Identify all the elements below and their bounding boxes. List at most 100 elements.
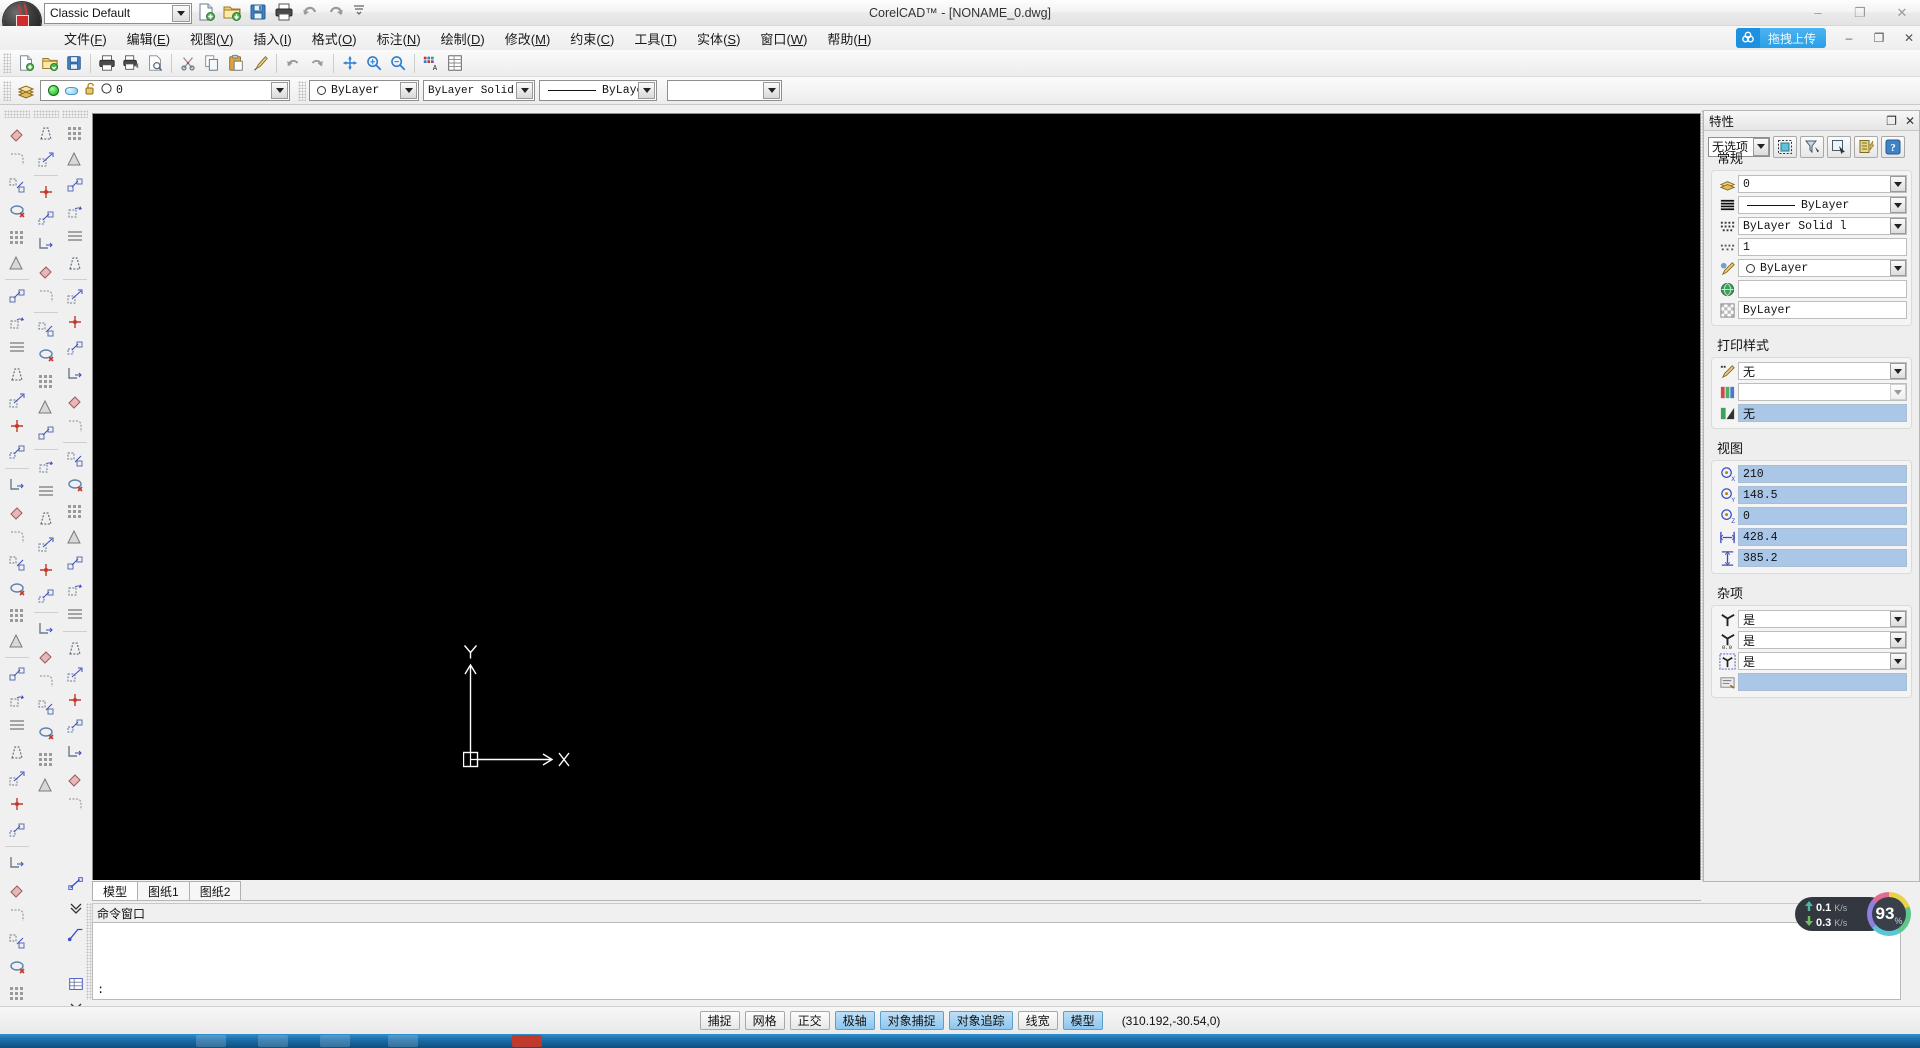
status-toggle-4[interactable]: 极轴 [835,1011,875,1030]
menu-item-1[interactable]: 文件(F) [54,26,117,51]
ray-icon[interactable] [33,283,59,309]
menu-item-11[interactable]: 实体(S) [687,26,750,51]
perp-point-icon[interactable] [33,257,59,283]
camera-icon[interactable] [4,954,30,980]
status-toggle-7[interactable]: 线宽 [1018,1011,1058,1030]
polyline-icon[interactable] [33,420,59,446]
sun-icon[interactable] [4,980,30,1006]
boundary-icon[interactable] [33,531,59,557]
chevron-down-icon[interactable] [1890,632,1906,648]
gradient-icon[interactable] [62,550,88,576]
hatch-icon[interactable] [4,413,30,439]
two-point-line-icon[interactable] [33,231,59,257]
layer-combo[interactable]: 0 [40,80,290,101]
chevron-down-icon[interactable] [1890,363,1906,379]
layout-tab-3[interactable]: 图纸2 [189,881,242,900]
chevron-down-icon[interactable] [1890,176,1906,192]
ellipse-arc-icon[interactable] [33,642,59,668]
leader-icon[interactable] [4,713,30,739]
line-icon[interactable] [62,120,88,146]
tolerance-icon[interactable] [62,765,88,791]
toolbar-grip[interactable] [3,81,11,101]
circle-tangent-icon[interactable] [62,335,88,361]
ellipse-icon[interactable] [62,413,88,439]
copy-node-icon[interactable] [4,224,30,250]
circle-plus-icon[interactable] [62,309,88,335]
properties-table-icon[interactable] [443,52,467,75]
property-value-field[interactable]: ByLayer Solid l [1738,217,1907,235]
chevron-down-icon[interactable] [638,82,655,99]
menu-item-10[interactable]: 工具(T) [624,26,687,51]
cut-scissors-icon[interactable] [176,52,200,75]
palette-close-button[interactable]: ✕ [1905,114,1915,128]
dim-aligned-icon[interactable] [62,713,88,739]
join-icon[interactable] [4,576,30,602]
edit-text-icon[interactable] [4,661,30,687]
zoom-window-icon[interactable] [362,52,386,75]
chevron-down-icon[interactable] [1890,218,1906,234]
double-arrow-line-icon[interactable] [62,146,88,172]
xref-icon[interactable] [4,850,30,876]
lineweight-combo[interactable]: ByLayer [539,80,657,101]
status-toggle-3[interactable]: 正交 [790,1011,830,1030]
unlocked-padlock-icon[interactable] [85,82,96,99]
sketch-freehand-icon[interactable] [33,694,59,720]
block-icon[interactable] [4,765,30,791]
windows-taskbar[interactable] [0,1034,1920,1048]
menu-item-4[interactable]: 插入(I) [243,26,301,51]
break-icon[interactable] [4,550,30,576]
rotate-icon[interactable] [4,309,30,335]
palette-grip[interactable] [62,110,88,118]
menu-item-9[interactable]: 约束(C) [560,26,624,51]
property-value-field[interactable] [1738,383,1907,401]
arc-3point-icon[interactable] [62,224,88,250]
property-value-field[interactable]: 210 [1738,465,1907,483]
dim-radius-icon[interactable] [62,739,88,765]
print-preview-icon[interactable] [143,52,167,75]
zoom-previous-icon[interactable] [386,52,410,75]
color-combo[interactable]: ByLayer [309,80,419,101]
boundary-create-icon[interactable] [62,576,88,602]
scale-icon[interactable] [4,335,30,361]
command-prompt[interactable]: : [97,983,104,997]
align-icon[interactable] [4,361,30,387]
match-properties-brush-icon[interactable] [248,52,272,75]
status-toggle-6[interactable]: 对象追踪 [949,1011,1013,1030]
memory-usage-dial[interactable]: 93 % [1867,892,1911,936]
menu-item-3[interactable]: 视图(V) [180,26,243,51]
property-value-field[interactable]: 0 [1738,175,1907,193]
property-value-field[interactable]: 385.2 [1738,549,1907,567]
copy-icon[interactable] [200,52,224,75]
toolbar-grip[interactable] [298,81,306,101]
property-value-field[interactable]: 无 [1738,404,1907,422]
chevron-down-icon[interactable] [1890,260,1906,276]
dim-linear-icon[interactable] [62,687,88,713]
document-minimize-button[interactable]: – [1842,31,1856,45]
wipeout-icon[interactable] [33,557,59,583]
status-toggle-1[interactable]: 捕捉 [700,1011,740,1030]
point-cloud-icon[interactable] [62,361,88,387]
leader-tool-icon[interactable] [64,922,88,946]
properties-scroll-area[interactable]: 常规0ByLayerByLayer Solid l1ByLayerByLayer… [1707,146,1916,879]
chamfer-icon[interactable] [4,602,30,628]
menu-item-8[interactable]: 修改(M) [495,26,561,51]
revision-cloud-icon[interactable] [33,479,59,505]
move-node-icon[interactable] [4,172,30,198]
spline-curve-icon[interactable] [62,387,88,413]
property-value-field[interactable]: ByLayer [1738,259,1907,277]
block-make-icon[interactable] [62,472,88,498]
property-value-field[interactable]: 是 [1738,631,1907,649]
status-toggle-8[interactable]: 模型 [1063,1011,1103,1030]
drag-upload-button[interactable]: 拖拽上传 [1736,28,1826,48]
explode-icon[interactable] [4,472,30,498]
maximize-button[interactable]: ❐ [1850,3,1870,23]
light-icon[interactable] [4,928,30,954]
chevron-down-icon[interactable] [1890,384,1906,400]
property-value-field[interactable]: 148.5 [1738,486,1907,504]
chevron-down-icon[interactable] [400,82,417,99]
rectangle-icon[interactable] [62,198,88,224]
status-toggle-5[interactable]: 对象捕捉 [880,1011,944,1030]
material-icon[interactable] [4,902,30,928]
toolbar-grip[interactable] [3,53,11,73]
table-create-icon[interactable] [62,635,88,661]
